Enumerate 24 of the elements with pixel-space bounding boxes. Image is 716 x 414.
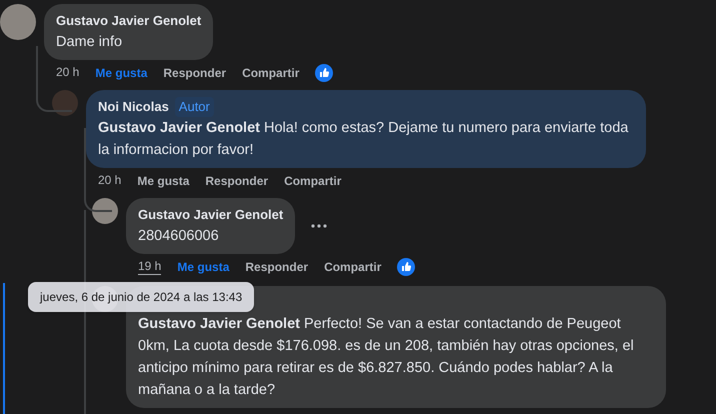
date-tooltip: jueves, 6 de junio de 2024 a las 13:43: [28, 282, 254, 312]
avatar[interactable]: [92, 198, 118, 224]
author-name[interactable]: Gustavo Javier Genolet: [56, 11, 202, 31]
comment-action[interactable]: Responder: [163, 64, 226, 82]
author-name[interactable]: Gustavo Javier Genolet: [138, 205, 284, 225]
comment-action[interactable]: Me gusta: [137, 172, 190, 190]
comment-action[interactable]: Compartir: [324, 258, 382, 276]
comment-text: Gustavo Javier Genolet Hola! como estas? Dejame tu numero para enviarte toda la informacion por favor!: [98, 119, 630, 160]
comment-text: Gustavo Javier Genolet Perfecto! Se van a estar contactando de Peugeot 0km, La cuota desde $176.098. es de un 208, también hay otras opciones, el anticipo mínimo para retirar es de $6.827.850. Cuándo podes hablar? A la mañana o a la tarde?: [138, 315, 635, 400]
timestamp-link[interactable]: 20 h: [56, 65, 80, 81]
comment-action[interactable]: Me gusta: [95, 64, 148, 82]
comment-action[interactable]: Compartir: [284, 172, 342, 190]
comment-action[interactable]: Responder: [245, 258, 308, 276]
timestamp-link[interactable]: 19 h: [138, 259, 162, 275]
timestamp-link[interactable]: 20 h: [98, 173, 122, 189]
comment-action[interactable]: Responder: [205, 172, 268, 190]
comment-action[interactable]: Me gusta: [177, 258, 230, 276]
author-name[interactable]: Noi Nicolas: [98, 97, 169, 117]
comment-text: Dame info: [56, 33, 124, 52]
comment-text: 2804606006: [138, 227, 220, 246]
comment-action[interactable]: Compartir: [242, 64, 300, 82]
avatar[interactable]: [0, 4, 36, 40]
more-icon[interactable]: [311, 224, 328, 228]
author-badge: Autor: [174, 97, 214, 117]
